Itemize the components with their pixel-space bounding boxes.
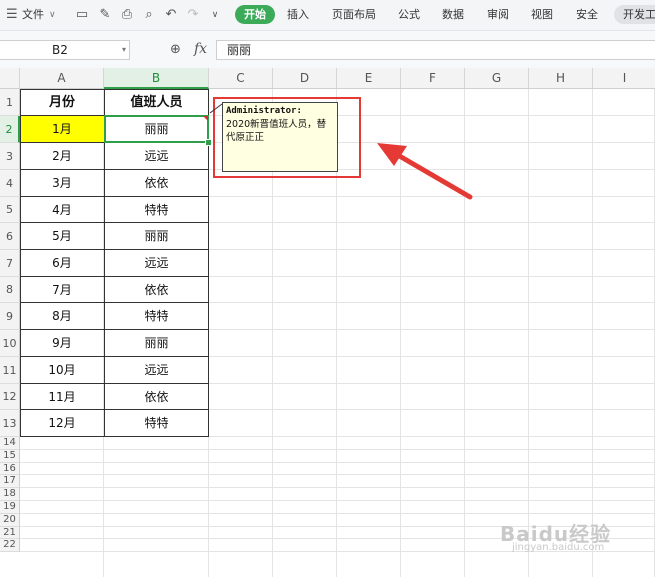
comment-connector-line bbox=[209, 103, 223, 114]
annotation-arrow-shaft bbox=[393, 151, 473, 200]
baidu-watermark: Baidu经验 jingyan.baidu.com bbox=[500, 518, 611, 553]
watermark-sub: jingyan.baidu.com bbox=[512, 542, 605, 553]
annotation-overlay bbox=[209, 103, 473, 200]
annotation-arrow-head bbox=[377, 143, 407, 166]
